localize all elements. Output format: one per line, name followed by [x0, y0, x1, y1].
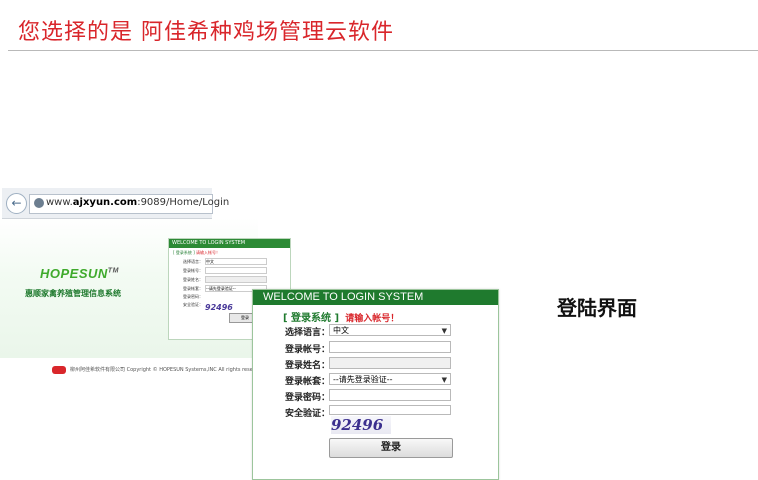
- account-input[interactable]: [329, 341, 451, 353]
- company-logo-icon: [52, 366, 66, 374]
- url-field[interactable]: www.ajxyun.com:9089/Home/Login: [29, 194, 229, 214]
- url-text: www.ajxyun.com:9089/Home/Login: [46, 197, 230, 208]
- mini-label-account: 登录帐号：: [183, 268, 203, 273]
- title-divider: [8, 50, 758, 51]
- language-select[interactable]: 中文 ▼: [329, 324, 451, 336]
- language-label: 选择语言：: [285, 328, 331, 338]
- password-label: 登录密码：: [285, 393, 331, 403]
- name-label: 登录姓名：: [285, 361, 331, 371]
- dropdown-arrow-icon: ▼: [441, 376, 447, 384]
- mini-label-set: 登录帐套：: [183, 286, 203, 291]
- brand-subtitle: 惠顺家禽养殖管理信息系统: [25, 289, 121, 298]
- password-input[interactable]: [329, 389, 451, 401]
- login-system-line: [ 登录系统 ] 请输入帐号！: [283, 309, 399, 324]
- copyright-text: 柳州阿佳希软件有限公司 Copyright © HOPESUN Systems,…: [70, 367, 255, 373]
- login-header: WELCOME TO LOGIN SYSTEM: [253, 290, 498, 305]
- login-panel: WELCOME TO LOGIN SYSTEM [ 登录系统 ] 请输入帐号！ …: [252, 289, 499, 480]
- mini-language-select: 中文: [205, 258, 267, 265]
- globe-icon: [34, 198, 44, 208]
- mini-login-header: WELCOME TO LOGIN SYSTEM: [169, 239, 290, 248]
- login-screen-caption: 登陆界面: [557, 296, 637, 320]
- mini-sys-line: [ 登录系统 ] 请输入帐号！: [173, 250, 220, 255]
- mini-label-name: 登录姓名：: [183, 277, 203, 282]
- browser-address-bar: ← www.ajxyun.com:9089/Home/Login: [2, 188, 229, 219]
- login-button[interactable]: 登录: [329, 438, 453, 458]
- verify-label: 安全验证：: [285, 409, 331, 419]
- hopesun-logo: HOPESUNTM: [40, 266, 119, 281]
- dropdown-arrow-icon: ▼: [441, 327, 447, 335]
- verify-input[interactable]: [329, 405, 451, 415]
- name-input[interactable]: [329, 357, 451, 369]
- account-set-label: 登录帐套：: [285, 377, 331, 387]
- account-label: 登录帐号：: [285, 345, 331, 355]
- mini-account-input: [205, 267, 267, 274]
- captcha-image[interactable]: 92496: [331, 416, 391, 434]
- mini-name-input: [205, 276, 267, 283]
- mini-captcha-image: 92496: [205, 303, 233, 312]
- back-arrow-icon[interactable]: ←: [6, 193, 27, 214]
- account-set-select[interactable]: --请先登录验证-- ▼: [329, 373, 451, 385]
- account-hint: 请输入帐号！: [345, 314, 400, 324]
- system-tag: [ 登录系统 ]: [283, 313, 340, 324]
- mini-label-verify: 安全验证：: [183, 302, 203, 307]
- page-title: 您选择的是 阿佳希种鸡场管理云软件: [18, 20, 394, 45]
- mini-label-language: 选择语言：: [183, 259, 203, 264]
- mini-label-password: 登录密码：: [183, 294, 203, 299]
